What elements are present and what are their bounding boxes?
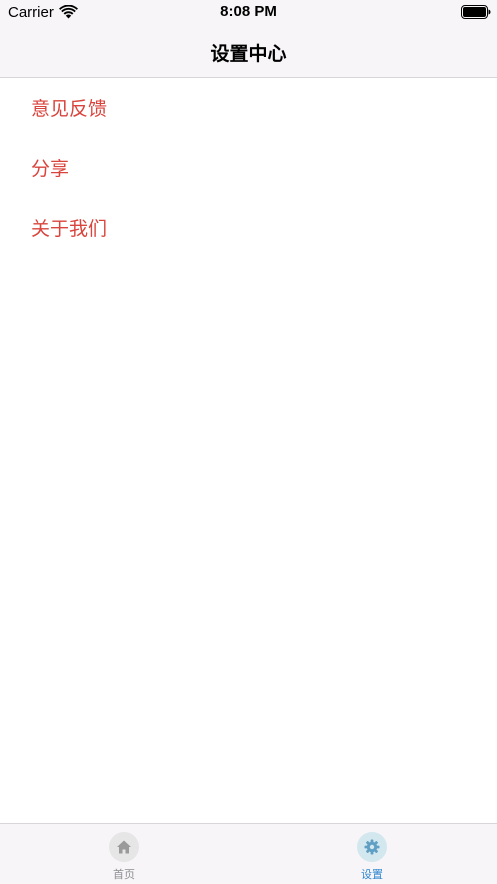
- menu-item-label: 关于我们: [31, 218, 108, 240]
- menu-item-feedback[interactable]: 意见反馈: [0, 78, 497, 138]
- navigation-bar: 设置中心: [0, 26, 497, 78]
- menu-item-about-us[interactable]: 关于我们: [0, 198, 497, 258]
- gear-icon: [357, 832, 387, 862]
- tab-label: 设置: [361, 868, 383, 881]
- tab-bar: 首页 设置: [0, 823, 497, 884]
- tab-label: 首页: [113, 868, 135, 881]
- battery-icon: [461, 5, 491, 19]
- menu-item-share[interactable]: 分享: [0, 138, 497, 198]
- status-bar: Carrier 8:08 PM: [0, 0, 497, 26]
- tab-settings[interactable]: 设置: [310, 824, 434, 884]
- home-icon: [109, 832, 139, 862]
- status-time: 8:08 PM: [220, 3, 277, 20]
- menu-item-label: 意见反馈: [31, 98, 108, 120]
- page-title: 设置中心: [210, 43, 287, 65]
- menu-item-label: 分享: [31, 158, 70, 180]
- settings-menu-list: 意见反馈 分享 关于我们: [0, 78, 497, 258]
- tab-home[interactable]: 首页: [62, 824, 186, 884]
